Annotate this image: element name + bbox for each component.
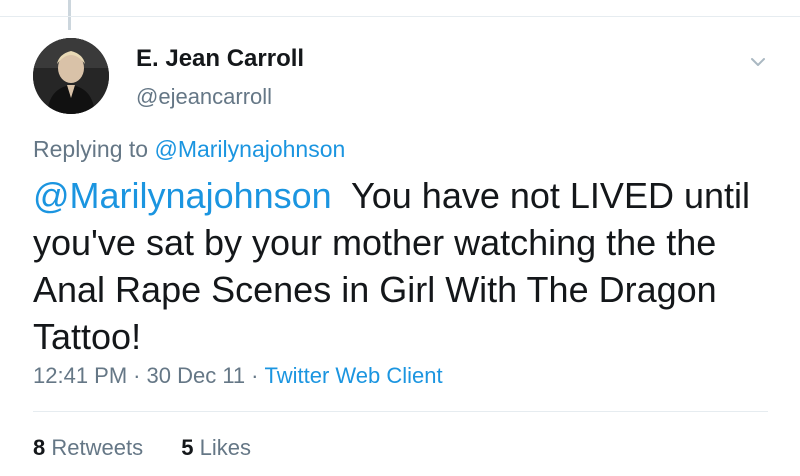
stats-divider xyxy=(33,411,768,412)
chevron-down-icon[interactable] xyxy=(748,52,768,72)
retweets-stat[interactable]: 8 Retweets xyxy=(33,435,143,460)
tweet-stats: 8 Retweets 5 Likes xyxy=(33,435,251,461)
tweet-time[interactable]: 12:41 PM xyxy=(33,363,127,388)
replying-to-mention-link[interactable]: @Marilynajohnson xyxy=(154,136,345,162)
tweet-card: E. Jean Carroll @ejeancarroll Replying t… xyxy=(0,0,800,476)
retweets-count: 8 xyxy=(33,435,46,460)
tweet-client-link[interactable]: Twitter Web Client xyxy=(264,363,442,388)
avatar[interactable] xyxy=(33,38,109,114)
tweet-meta: 12:41 PM · 30 Dec 11 · Twitter Web Client xyxy=(33,363,443,389)
avatar-image xyxy=(33,38,109,114)
thread-connector-line xyxy=(68,0,71,30)
replying-to-line: Replying to @Marilynajohnson xyxy=(33,136,345,163)
meta-separator: · xyxy=(133,363,141,388)
tweet-mention-link[interactable]: @Marilynajohnson xyxy=(33,175,332,216)
tweet-text: @Marilynajohnson You have not LIVED unti… xyxy=(33,172,773,360)
top-divider xyxy=(0,16,800,17)
author-handle[interactable]: @ejeancarroll xyxy=(136,84,272,110)
likes-label: Likes xyxy=(199,435,251,460)
retweets-label: Retweets xyxy=(51,435,144,460)
tweet-date[interactable]: 30 Dec 11 xyxy=(147,363,246,388)
author-display-name[interactable]: E. Jean Carroll xyxy=(136,45,304,73)
likes-count: 5 xyxy=(181,435,194,460)
replying-to-label: Replying to xyxy=(33,136,149,162)
likes-stat[interactable]: 5 Likes xyxy=(181,435,251,460)
meta-separator-2: · xyxy=(251,363,259,388)
